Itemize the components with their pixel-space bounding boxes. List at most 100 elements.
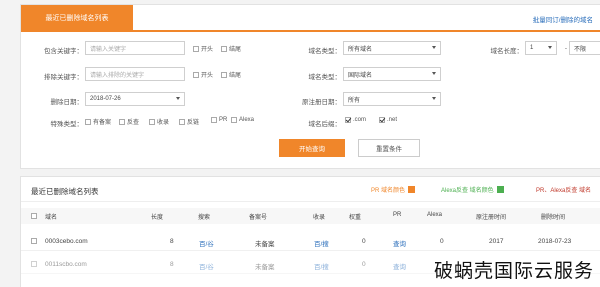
reset-button[interactable]: 重置条件 <box>358 139 420 157</box>
cell-weight: 0 <box>362 238 366 245</box>
caret-down-icon <box>548 46 552 49</box>
legend-alexa: Alexa反查 域名颜色 <box>441 185 504 194</box>
col-search: 搜索 <box>198 215 211 221</box>
cell-search[interactable]: 百/谷 <box>199 261 214 271</box>
cell-index[interactable]: 百/搜 <box>314 261 329 271</box>
caret-down-icon <box>176 97 180 100</box>
cell-domain[interactable]: 0011scbo.com <box>45 261 87 268</box>
checkbox-box <box>193 45 199 52</box>
search-panel: 最近已删除域名列表 批量同订/删除的域名 包含关键字： 请输入关键字 开头 结尾… <box>20 4 600 169</box>
select-value: 1 <box>530 45 534 51</box>
type-backlink-checkbox[interactable]: 反链 <box>179 117 199 126</box>
exclude-keyword-label: 排除关键字： <box>44 74 83 81</box>
cell-index[interactable]: 百/搜 <box>314 238 329 248</box>
checkbox-box <box>85 118 91 125</box>
list-header: 最近已删除域名列表 PR 域名颜色 Alexa反查 域名颜色 PR、Alexa反… <box>21 177 600 202</box>
cell-pr[interactable]: 查询 <box>393 261 406 271</box>
checkbox-label: 收录 <box>157 120 170 126</box>
row-checkbox[interactable] <box>31 238 37 244</box>
include-keyword-input[interactable]: 请输入关键字 <box>85 41 185 55</box>
type-alexa-checkbox[interactable]: Alexa <box>231 117 254 123</box>
register-date-select[interactable]: 所有 <box>343 92 441 106</box>
checkbox-label: 反查 <box>127 120 140 126</box>
select-value: 不限 <box>574 46 587 53</box>
suffix-com-checkbox[interactable]: .com <box>345 117 366 123</box>
legend-swatch <box>496 186 504 193</box>
exclude-keyword-input[interactable]: 请输入排除的关键字 <box>85 67 185 81</box>
include-start-checkbox[interactable]: 开头 <box>193 44 213 53</box>
delete-date-label: 删除日期： <box>50 99 84 106</box>
select-all-checkbox[interactable] <box>31 213 37 219</box>
caret-down-icon <box>432 46 436 49</box>
select-value: 所有域名 <box>348 46 373 53</box>
checkbox-box <box>221 71 227 78</box>
length-separator: - <box>564 45 567 52</box>
length-min-select[interactable]: 1 <box>525 41 557 55</box>
checkbox-label: 反链 <box>187 120 200 126</box>
delete-date-select[interactable]: 2018-07-26 <box>85 92 185 106</box>
legend-pr: PR 域名颜色 <box>371 185 416 194</box>
search-button[interactable]: 开始查询 <box>279 139 345 157</box>
legend-swatch <box>408 186 416 193</box>
checkbox-label: .com <box>353 117 367 123</box>
row-checkbox[interactable] <box>31 261 37 267</box>
checkbox-label: 结尾 <box>229 73 242 79</box>
register-date-label: 原注册日期： <box>302 99 341 106</box>
col-weight: 权重 <box>349 215 362 221</box>
col-beian: 备案号 <box>249 215 268 221</box>
checkbox-label: 结尾 <box>229 47 242 53</box>
checkbox-box <box>221 45 227 52</box>
length-max-select[interactable]: 不限 <box>569 41 600 55</box>
caret-down-icon <box>432 72 436 75</box>
exclude-start-checkbox[interactable]: 开头 <box>193 70 213 79</box>
col-pr: PR <box>393 212 402 218</box>
cell-delete-time: 2018-07-23 <box>538 238 572 245</box>
checkbox-box <box>345 117 351 123</box>
checkbox-box <box>179 118 185 125</box>
tab-bar: 最近已删除域名列表 批量同订/删除的域名 <box>21 5 600 32</box>
suffix-label: 域名后缀： <box>308 121 342 128</box>
col-register-time: 原注册时间 <box>476 215 507 221</box>
checkbox-box <box>211 117 217 123</box>
select-value: 国际域名 <box>348 72 373 79</box>
select-value: 所有 <box>348 97 361 104</box>
checkbox-box <box>231 117 237 123</box>
checkbox-box <box>119 118 125 125</box>
tab-recent-deleted[interactable]: 最近已删除域名列表 <box>21 5 133 30</box>
checkbox-label: PR <box>219 117 228 123</box>
cell-length: 8 <box>170 261 174 268</box>
checkbox-label: 开头 <box>201 47 214 53</box>
cell-length: 8 <box>170 238 174 245</box>
checkbox-label: .net <box>387 117 398 123</box>
cell-beian: 未备案 <box>255 264 275 271</box>
checkbox-box <box>149 118 155 125</box>
checkbox-label: 有备案 <box>93 120 112 126</box>
table-header: 域名 长度 搜索 备案号 收录 权重 PR Alexa 原注册时间 删除时间 <box>21 208 600 224</box>
length-label: 域名长度： <box>490 48 524 55</box>
type-label: 特殊类型： <box>50 121 84 128</box>
type-beian-checkbox[interactable]: 有备案 <box>85 117 111 126</box>
cell-weight: 0 <box>362 261 366 268</box>
suffix-net-checkbox[interactable]: .net <box>379 117 397 123</box>
batch-link[interactable]: 批量同订/删除的域名 <box>533 14 593 24</box>
col-delete-time: 删除时间 <box>541 215 566 221</box>
list-title: 最近已删除域名列表 <box>31 187 99 196</box>
cell-beian: 未备案 <box>255 241 275 248</box>
cell-search[interactable]: 百/谷 <box>199 238 214 248</box>
type-index-checkbox[interactable]: 收录 <box>149 117 169 126</box>
type-pr-checkbox[interactable]: PR <box>211 117 227 123</box>
domain-type-select[interactable]: 所有域名 <box>343 41 441 55</box>
exclude-end-checkbox[interactable]: 结尾 <box>221 70 241 79</box>
legend-pr-alexa: PR、Alexa反查 域名 <box>536 185 591 194</box>
cell-pr[interactable]: 查询 <box>393 238 406 248</box>
checkbox-box <box>379 117 385 123</box>
include-end-checkbox[interactable]: 结尾 <box>221 44 241 53</box>
col-index: 收录 <box>313 215 326 221</box>
checkbox-box <box>193 71 199 78</box>
table-row: 0003cebo.com 8 百/谷 未备案 百/搜 0 查询 0 2017 2… <box>21 232 600 251</box>
exclude-type-select[interactable]: 国际域名 <box>343 67 441 81</box>
type-reverse-checkbox[interactable]: 反查 <box>119 117 139 126</box>
legend-label: Alexa反查 域名颜色 <box>441 188 494 194</box>
cell-domain[interactable]: 0003cebo.com <box>45 238 88 245</box>
checkbox-label: Alexa <box>239 117 255 123</box>
